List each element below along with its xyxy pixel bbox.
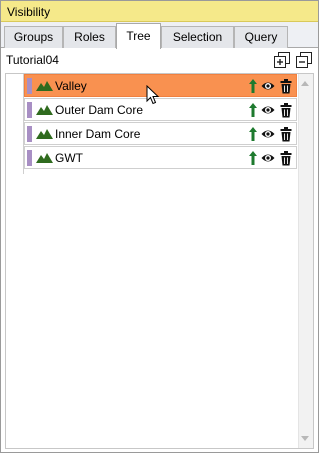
expand-all-icon[interactable] [274, 52, 290, 68]
color-swatch [27, 78, 32, 94]
panel-title-bar: Visibility [1, 1, 318, 22]
mountain-icon [36, 153, 53, 163]
tree-item[interactable]: GWT [24, 146, 297, 169]
mountain-icon [36, 105, 53, 115]
color-swatch [27, 150, 32, 166]
tree-item-label: Outer Dam Core [55, 103, 144, 117]
trash-icon[interactable] [279, 150, 293, 166]
scroll-up-arrow-icon[interactable] [301, 81, 309, 86]
mouse-cursor-icon [146, 85, 160, 105]
eye-icon[interactable] [261, 126, 275, 142]
model-name: Tutorial04 [6, 53, 59, 67]
visibility-tree[interactable]: Valley Outer Dam Core Inner Dam Core GWT [5, 73, 314, 449]
trash-icon[interactable] [279, 102, 293, 118]
visibility-panel: Visibility Groups Roles Tree Selection Q… [0, 0, 319, 453]
eye-icon[interactable] [261, 78, 275, 94]
tab-query[interactable]: Query [234, 26, 288, 48]
move-up-arrow-icon[interactable] [246, 150, 260, 166]
tree-item[interactable]: Inner Dam Core [24, 122, 297, 145]
trash-icon[interactable] [279, 126, 293, 142]
panel-title: Visibility [7, 5, 51, 19]
tab-roles[interactable]: Roles [63, 26, 116, 48]
vertical-scrollbar[interactable] [298, 74, 313, 448]
color-swatch [27, 126, 32, 142]
eye-icon[interactable] [261, 150, 275, 166]
tree-item-label: Valley [55, 79, 87, 93]
tab-selection[interactable]: Selection [161, 26, 234, 48]
tree-item[interactable]: Outer Dam Core [24, 98, 297, 121]
tab-strip: Groups Roles Tree Selection Query [1, 22, 318, 49]
trash-icon[interactable] [279, 78, 293, 94]
tree-item-label: Inner Dam Core [55, 127, 141, 141]
mountain-icon [36, 129, 53, 139]
mountain-icon [36, 81, 53, 91]
move-up-arrow-icon[interactable] [246, 126, 260, 142]
move-up-arrow-icon[interactable] [246, 78, 260, 94]
tree-toolbar: Tutorial04 [1, 48, 318, 73]
tree-item-label: GWT [55, 151, 83, 165]
eye-icon[interactable] [261, 102, 275, 118]
tab-groups[interactable]: Groups [4, 26, 63, 48]
move-up-arrow-icon[interactable] [246, 102, 260, 118]
color-swatch [27, 102, 32, 118]
scroll-down-arrow-icon[interactable] [301, 436, 309, 441]
tree-item[interactable]: Valley [24, 74, 297, 97]
collapse-all-icon[interactable] [296, 52, 312, 68]
tab-tree[interactable]: Tree [116, 23, 161, 49]
